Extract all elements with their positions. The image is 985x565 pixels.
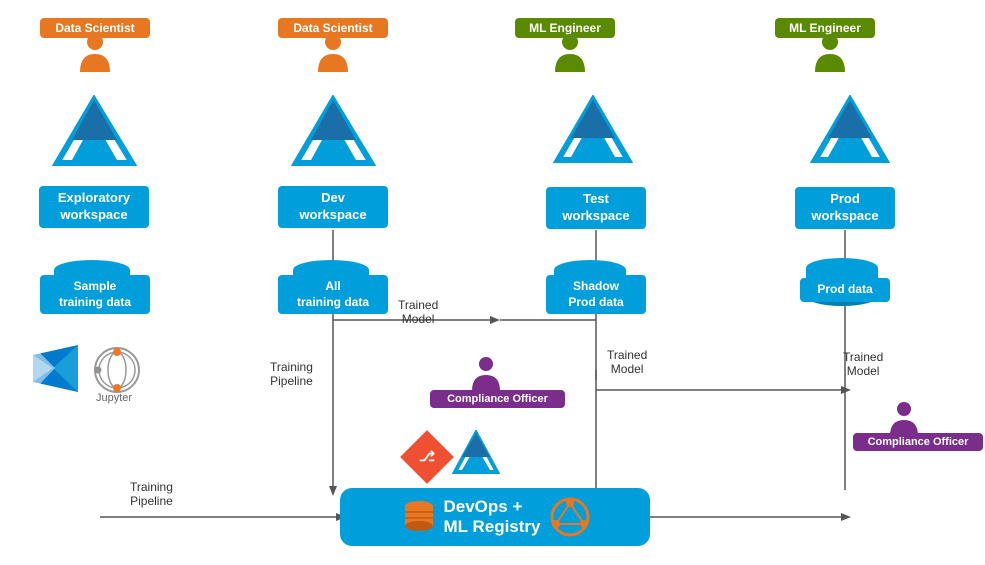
devops-bar: DevOps +ML Registry [340, 488, 650, 546]
arrow-label-trained-model-2: TrainedModel [607, 348, 647, 376]
arrow-label-trained-model-1: TrainedModel [398, 298, 438, 326]
person-icon-2 [313, 32, 353, 82]
arrow-label-trained-model-3: TrainedModel [843, 350, 883, 378]
workspace-label-3: Testworkspace [546, 187, 646, 229]
workspace-label-4: Prodworkspace [795, 187, 895, 229]
arrow-label-training-pipeline-1: TrainingPipeline [270, 360, 313, 388]
data-label-3: ShadowProd data [546, 275, 646, 314]
data-label-2: Alltraining data [278, 275, 388, 314]
devops-label: DevOps +ML Registry [444, 497, 541, 537]
workspace-label-2: Devworkspace [278, 186, 388, 228]
compliance-badge-1: Compliance Officer [430, 390, 565, 408]
svg-text:⎇: ⎇ [419, 448, 435, 464]
devops-mesh-icon [549, 496, 591, 538]
vscode-icon [28, 340, 83, 395]
arrow-label-training-pipeline-2: TrainingPipeline [130, 480, 173, 508]
vertex-icon-3 [553, 95, 633, 175]
jupyter-label: Jupyter [96, 392, 132, 404]
person-icon-1 [75, 32, 115, 82]
person-icon-4 [810, 32, 850, 82]
compliance-badge-2: Compliance Officer [853, 433, 983, 451]
jupyter-icon [90, 338, 145, 398]
devops-barrel-icon [400, 498, 438, 536]
workspace-label-1: Exploratoryworkspace [39, 186, 149, 228]
person-icon-3 [550, 32, 590, 82]
vertex-icon-4 [810, 95, 890, 175]
person-icon-compliance-1 [468, 355, 504, 393]
vertex-icon-center [452, 430, 500, 480]
vertex-icon-2 [291, 95, 376, 175]
diagram: Data Scientist Data Scientist ML Enginee… [0, 0, 985, 565]
vertex-icon-1 [52, 95, 137, 175]
data-label-1: Sampletraining data [40, 275, 150, 314]
data-label-4: Prod data [800, 278, 890, 302]
git-icon: ⎇ [400, 430, 455, 485]
